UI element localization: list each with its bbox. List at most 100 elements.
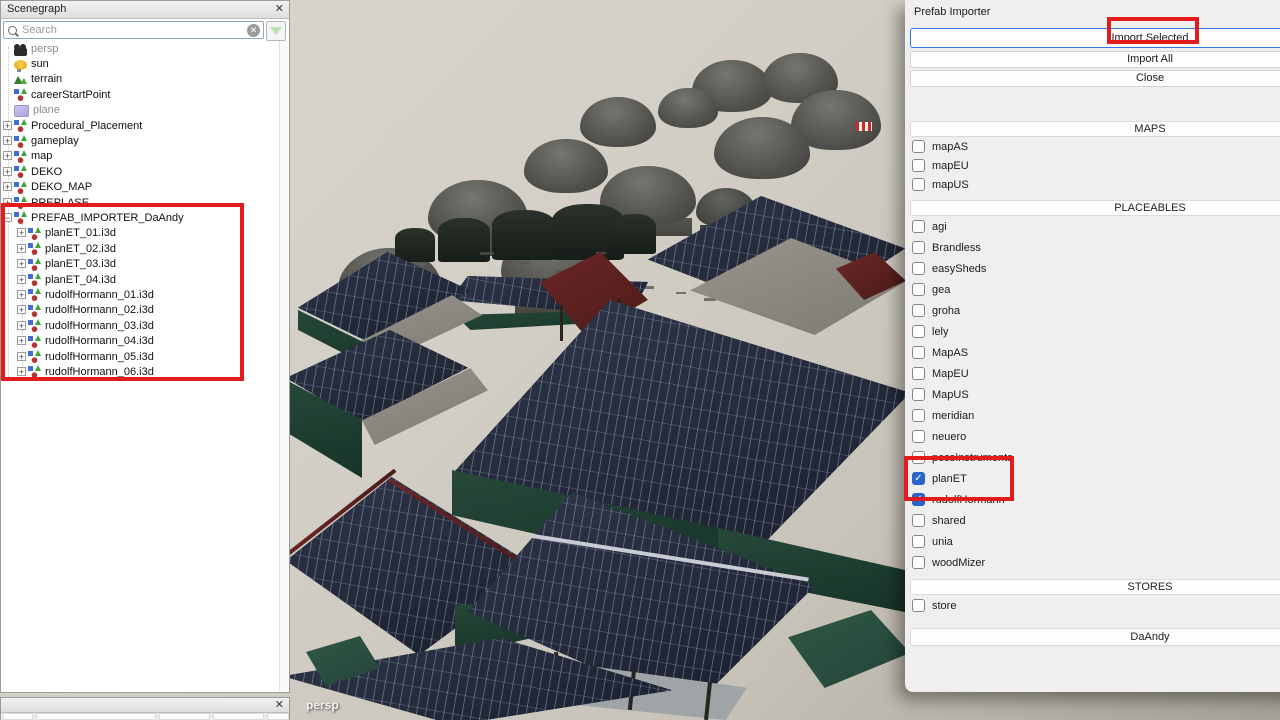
section-header-placeables[interactable]: PLACEABLES bbox=[910, 200, 1280, 216]
filter-button[interactable] bbox=[266, 21, 286, 41]
checkbox-MapUS[interactable] bbox=[912, 388, 925, 401]
toolbar-cell bbox=[267, 713, 289, 720]
checkbox-shared[interactable] bbox=[912, 514, 925, 527]
tree-item-label: sun bbox=[31, 58, 49, 70]
giants-editor-window: persp Scenegraph ✕ Search ✕ persp sun terr… bbox=[0, 0, 1280, 720]
import-selected-button[interactable]: Import Selected bbox=[910, 28, 1280, 48]
checkbox-row-MapEU[interactable]: MapEU bbox=[905, 363, 1280, 384]
checkbox-row-mapAS[interactable]: mapAS bbox=[905, 137, 1280, 156]
bottom-panel-close-icon[interactable]: ✕ bbox=[275, 698, 284, 712]
checkbox-row-gea[interactable]: gea bbox=[905, 279, 1280, 300]
checkbox-row-shared[interactable]: shared bbox=[905, 510, 1280, 531]
checkbox-lely[interactable] bbox=[912, 325, 925, 338]
checkbox-store[interactable] bbox=[912, 599, 925, 612]
tree-item-label: DEKO_MAP bbox=[31, 181, 92, 193]
checkbox-row-neuero[interactable]: neuero bbox=[905, 426, 1280, 447]
scenegraph-scrollbar[interactable] bbox=[279, 41, 288, 691]
section-header-daandy[interactable]: DaAndy bbox=[910, 628, 1280, 646]
tg-icon bbox=[14, 135, 27, 148]
section-header-stores[interactable]: STORES bbox=[910, 579, 1280, 595]
checkbox-row-MapAS[interactable]: MapAS bbox=[905, 342, 1280, 363]
checkbox-MapEU[interactable] bbox=[912, 367, 925, 380]
tree-item-plane[interactable]: plane bbox=[1, 103, 279, 118]
tree-item-terrain[interactable]: terrain bbox=[1, 72, 279, 87]
checkbox-row-MapUS[interactable]: MapUS bbox=[905, 384, 1280, 405]
bottom-panel-toolbar bbox=[1, 713, 289, 720]
prefab-importer-title: Prefab Importer bbox=[914, 6, 1280, 18]
biogas-dome bbox=[658, 88, 718, 128]
expand-icon[interactable]: + bbox=[3, 167, 12, 176]
toolbar-cell bbox=[3, 713, 33, 720]
checkbox-label: Brandless bbox=[932, 242, 981, 254]
tree-expander[interactable]: + bbox=[1, 181, 14, 193]
checkbox-row-mapEU[interactable]: mapEU bbox=[905, 156, 1280, 175]
search-placeholder: Search bbox=[22, 24, 247, 36]
checkbox-label: mapEU bbox=[932, 160, 969, 172]
checkbox-neuero[interactable] bbox=[912, 430, 925, 443]
checkbox-row-lely[interactable]: lely bbox=[905, 321, 1280, 342]
toolbar-cell bbox=[159, 713, 210, 720]
tree-expander[interactable]: + bbox=[1, 135, 14, 147]
search-clear-icon[interactable]: ✕ bbox=[247, 24, 260, 37]
checkbox-row-store[interactable]: store bbox=[905, 595, 1280, 616]
search-input[interactable]: Search ✕ bbox=[3, 21, 264, 39]
checkbox-label: MapEU bbox=[932, 368, 969, 380]
biogas-dome bbox=[524, 139, 608, 193]
checkbox-gea[interactable] bbox=[912, 283, 925, 296]
checkbox-row-mapUS[interactable]: mapUS bbox=[905, 175, 1280, 194]
toolbar-cell bbox=[36, 713, 156, 720]
checkbox-row-agi[interactable]: agi bbox=[905, 216, 1280, 237]
ground-panel bbox=[788, 610, 910, 688]
tree-item-label: DEKO bbox=[31, 166, 62, 178]
checkbox-easySheds[interactable] bbox=[912, 262, 925, 275]
checkbox-Brandless[interactable] bbox=[912, 241, 925, 254]
scenegraph-titlebar: Scenegraph ✕ bbox=[1, 1, 289, 19]
tg-icon bbox=[14, 165, 27, 178]
viewport-camera-label: persp bbox=[306, 698, 339, 712]
close-button[interactable]: Close bbox=[910, 70, 1280, 87]
checkbox-mapEU[interactable] bbox=[912, 159, 925, 172]
import-all-button[interactable]: Import All bbox=[910, 51, 1280, 68]
bottom-panel-titlebar: ✕ bbox=[1, 698, 289, 713]
storage-tank bbox=[612, 214, 656, 254]
checkbox-row-Brandless[interactable]: Brandless bbox=[905, 237, 1280, 258]
checkbox-label: MapUS bbox=[932, 389, 969, 401]
checkbox-row-meridian[interactable]: meridian bbox=[905, 405, 1280, 426]
expand-icon[interactable]: + bbox=[3, 182, 12, 191]
checkbox-row-easySheds[interactable]: easySheds bbox=[905, 258, 1280, 279]
tree-item-label: plane bbox=[33, 104, 60, 116]
checkbox-woodMizer[interactable] bbox=[912, 556, 925, 569]
tree-item-sun[interactable]: sun bbox=[1, 56, 279, 71]
tree-item-careerStartPoint[interactable]: careerStartPoint bbox=[1, 87, 279, 102]
biogas-dome bbox=[580, 97, 656, 147]
tree-item-gameplay[interactable]: +gameplay bbox=[1, 133, 279, 148]
scenegraph-close-icon[interactable]: ✕ bbox=[275, 1, 284, 18]
checkbox-row-unia[interactable]: unia bbox=[905, 531, 1280, 552]
storage-tank bbox=[492, 210, 556, 260]
checkbox-unia[interactable] bbox=[912, 535, 925, 548]
scene-mark bbox=[520, 262, 530, 264]
expand-icon[interactable]: + bbox=[3, 136, 12, 145]
tree-expander[interactable]: + bbox=[1, 120, 14, 132]
checkbox-MapAS[interactable] bbox=[912, 346, 925, 359]
checkbox-row-groha[interactable]: groha bbox=[905, 300, 1280, 321]
checkbox-meridian[interactable] bbox=[912, 409, 925, 422]
striped-marker bbox=[856, 122, 872, 131]
tree-expander[interactable]: + bbox=[1, 166, 14, 178]
tree-item-persp[interactable]: persp bbox=[1, 41, 279, 56]
checkbox-agi[interactable] bbox=[912, 220, 925, 233]
tree-item-Procedural_Placement[interactable]: +Procedural_Placement bbox=[1, 118, 279, 133]
tree-item-DEKO[interactable]: + DEKO bbox=[1, 164, 279, 179]
expand-icon[interactable]: + bbox=[3, 151, 12, 160]
checkbox-mapAS[interactable] bbox=[912, 140, 925, 153]
checkbox-label: easySheds bbox=[932, 263, 986, 275]
checkbox-label: gea bbox=[932, 284, 950, 296]
tree-expander[interactable]: + bbox=[1, 150, 14, 162]
checkbox-row-woodMizer[interactable]: woodMizer bbox=[905, 552, 1280, 573]
tree-item-map[interactable]: +map bbox=[1, 149, 279, 164]
checkbox-groha[interactable] bbox=[912, 304, 925, 317]
checkbox-mapUS[interactable] bbox=[912, 178, 925, 191]
expand-icon[interactable]: + bbox=[3, 121, 12, 130]
tree-item-DEKO_MAP[interactable]: + DEKO_MAP bbox=[1, 180, 279, 195]
section-header-maps[interactable]: MAPS bbox=[910, 121, 1280, 137]
